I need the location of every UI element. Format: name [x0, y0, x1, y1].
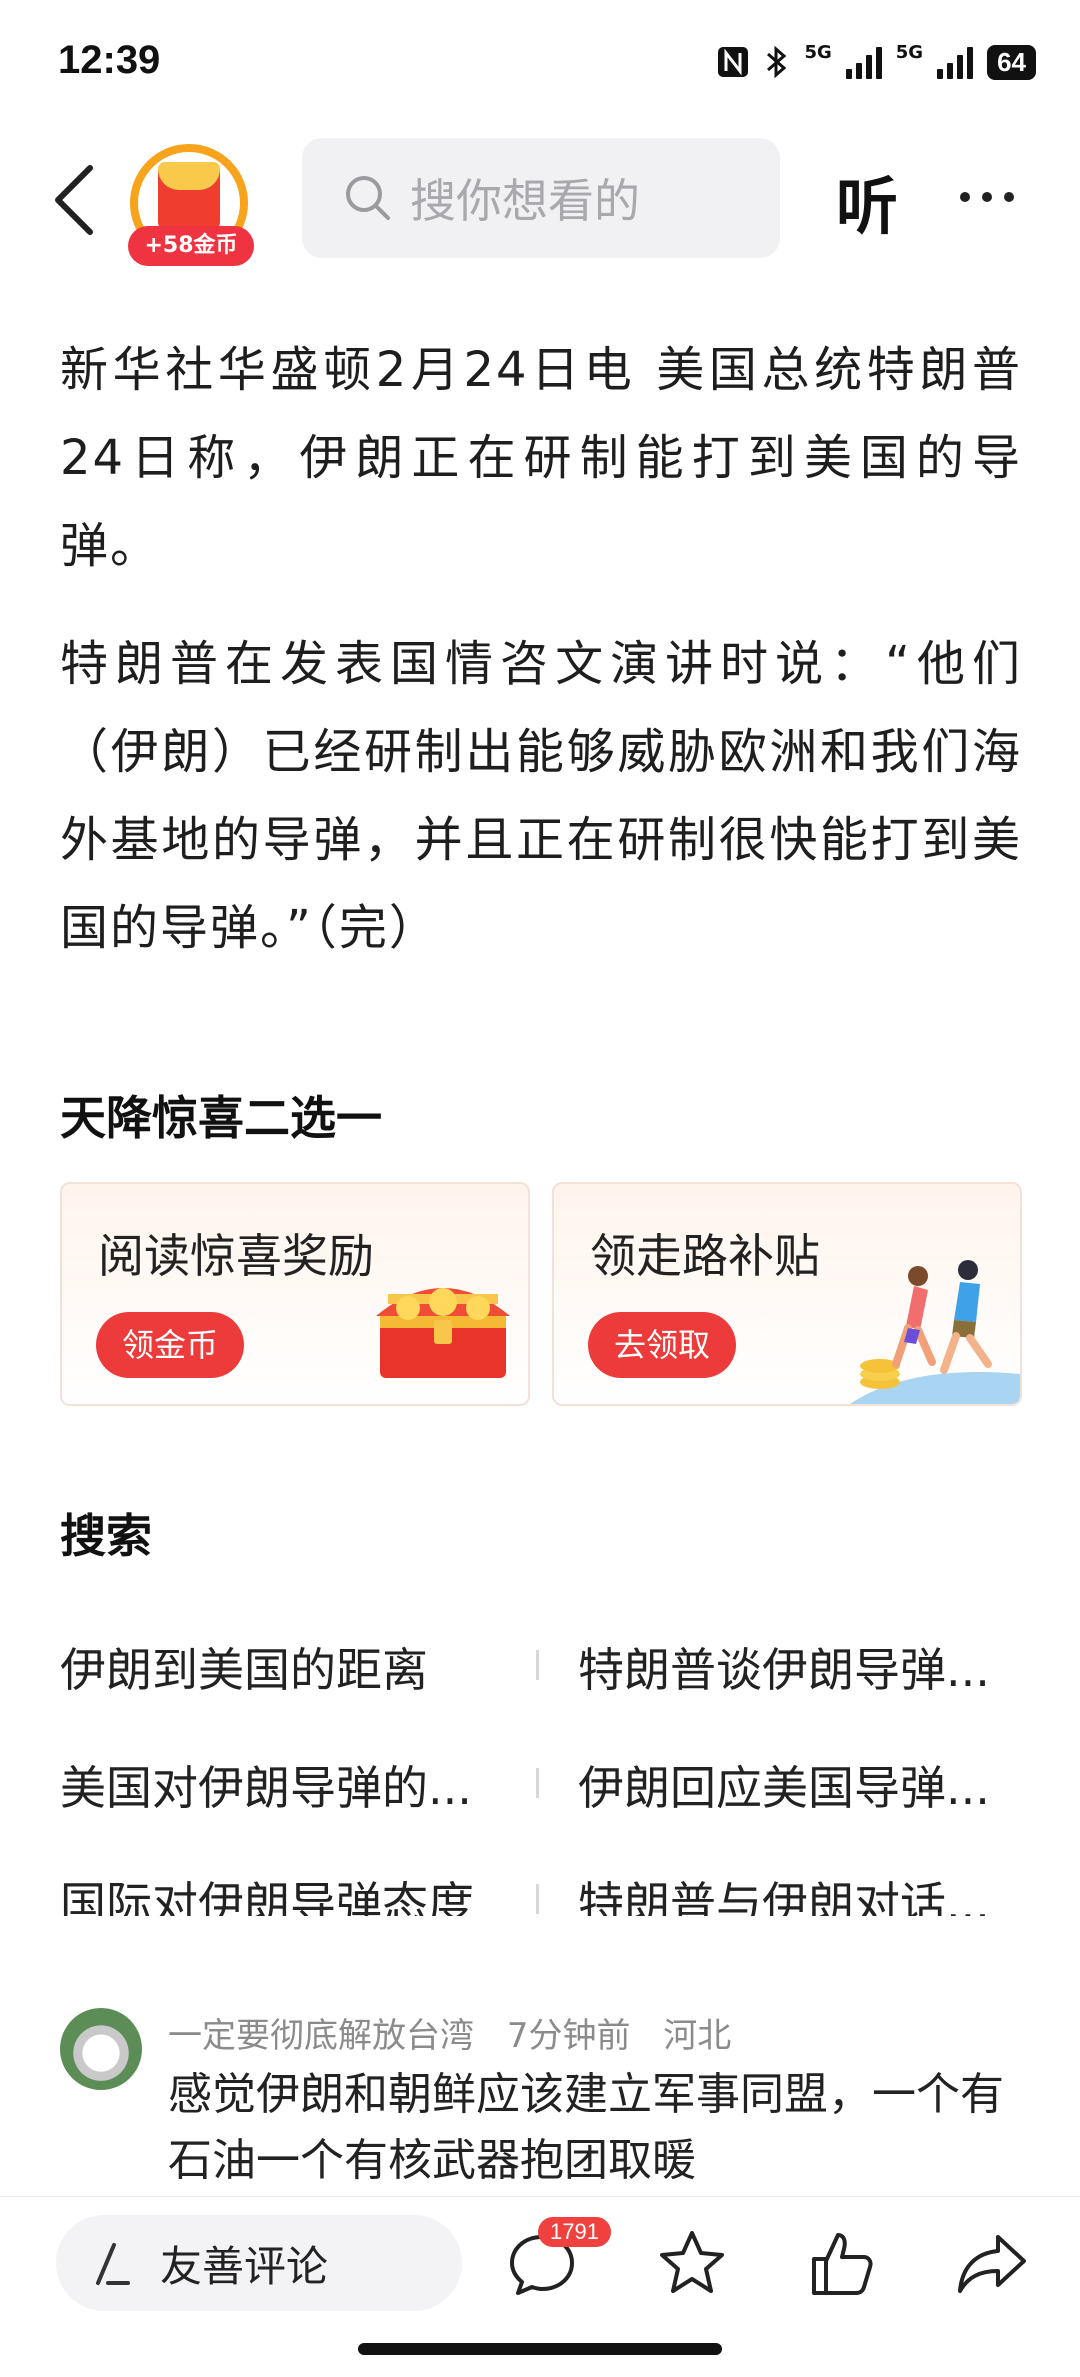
- avatar[interactable]: [60, 2008, 142, 2090]
- pen-icon: [96, 2243, 130, 2285]
- search-section-title: 搜索: [60, 1509, 152, 1563]
- search-suggestion[interactable]: 伊朗到美国的距离: [60, 1634, 510, 1700]
- network-5g-2: 5G: [895, 41, 924, 63]
- coin-badge: +58金币: [128, 226, 254, 266]
- search-suggestion[interactable]: 伊朗回应美国导弹...: [578, 1752, 1028, 1818]
- network-5g-1: 5G: [804, 41, 832, 63]
- home-indicator: [358, 2343, 722, 2355]
- search-placeholder: 搜你想看的: [410, 174, 640, 228]
- more-options-icon[interactable]: [960, 182, 1030, 212]
- search-suggestion[interactable]: 美国对伊朗导弹的...: [60, 1752, 510, 1818]
- back-arrow-icon[interactable]: [46, 162, 106, 238]
- treasure-chest-icon: [376, 1288, 510, 1378]
- status-bar: 12:39 5G 5G 64: [0, 0, 1080, 124]
- surprise-section-title: 天降惊喜二选一: [60, 1091, 382, 1145]
- top-nav: +58金币 搜你想看的 听: [0, 124, 1080, 274]
- signal-icon: [845, 45, 882, 79]
- signal-icon-2: [937, 45, 974, 79]
- comment-username[interactable]: 一定要彻底解放台湾: [168, 2016, 474, 2056]
- walking-subsidy-card[interactable]: 领走路补贴 去领取: [552, 1182, 1022, 1406]
- red-packet-flap: [158, 162, 220, 190]
- nfc-icon: [718, 47, 749, 77]
- status-icons: 5G 5G 64: [716, 41, 1036, 80]
- claim-coins-button[interactable]: 领金币: [96, 1312, 245, 1378]
- coin-reward-button[interactable]: +58金币: [128, 134, 258, 266]
- article-paragraph: 特朗普在发表国情咨文演讲时说：“他们（伊朗）已经研制出能够威胁欧洲和我们海外基地…: [60, 636, 1022, 956]
- search-suggestion[interactable]: 特朗普谈伊朗导弹...: [578, 1634, 1028, 1700]
- card-title: 阅读惊喜奖励: [98, 1229, 374, 1283]
- article-paragraph: 新华社华盛顿2月24日电 美国总统特朗普24日称，伊朗正在研制能打到美国的导弹。: [60, 342, 1022, 574]
- battery-icon: 64: [987, 44, 1036, 80]
- bottom-action-bar: 友善评论 1791: [0, 2196, 1080, 2377]
- comment-placeholder: 友善评论: [160, 2241, 329, 2291]
- card-title: 领走路补贴: [590, 1229, 820, 1283]
- comment-time: 7分钟前: [506, 2016, 631, 2056]
- comment-input[interactable]: 友善评论: [56, 2215, 462, 2311]
- share-icon[interactable]: [956, 2227, 1028, 2299]
- comment-location: 河北: [663, 2016, 732, 2056]
- listen-button[interactable]: 听: [836, 156, 898, 246]
- search-suggestion[interactable]: 特朗普与伊朗对话...: [578, 1868, 1028, 1916]
- reading-reward-card[interactable]: 阅读惊喜奖励 领金币: [60, 1182, 530, 1406]
- search-input[interactable]: 搜你想看的: [302, 138, 780, 258]
- search-icon: [346, 176, 390, 220]
- bluetooth-icon: [767, 45, 787, 79]
- divider: [536, 1768, 539, 1798]
- divider: [536, 1650, 539, 1680]
- runners-illustration: [850, 1260, 1020, 1404]
- article-body: 新华社华盛顿2月24日电 美国总统特朗普24日称，伊朗正在研制能打到美国的导弹。…: [60, 326, 1022, 1002]
- status-time: 12:39: [58, 38, 161, 82]
- search-suggestion[interactable]: 国际对伊朗导弹态度: [60, 1868, 510, 1916]
- claim-subsidy-button[interactable]: 去领取: [588, 1312, 737, 1378]
- thumbs-up-icon[interactable]: [806, 2227, 878, 2299]
- divider: [536, 1884, 539, 1914]
- comment-meta: 一定要彻底解放台湾 7分钟前 河北: [168, 2008, 753, 2057]
- comment-text: 感觉伊朗和朝鲜应该建立军事同盟，一个有石油一个有核武器抱团取暖: [168, 2069, 1004, 2186]
- star-icon[interactable]: [656, 2227, 728, 2299]
- comment-count-badge: 1791: [538, 2217, 611, 2247]
